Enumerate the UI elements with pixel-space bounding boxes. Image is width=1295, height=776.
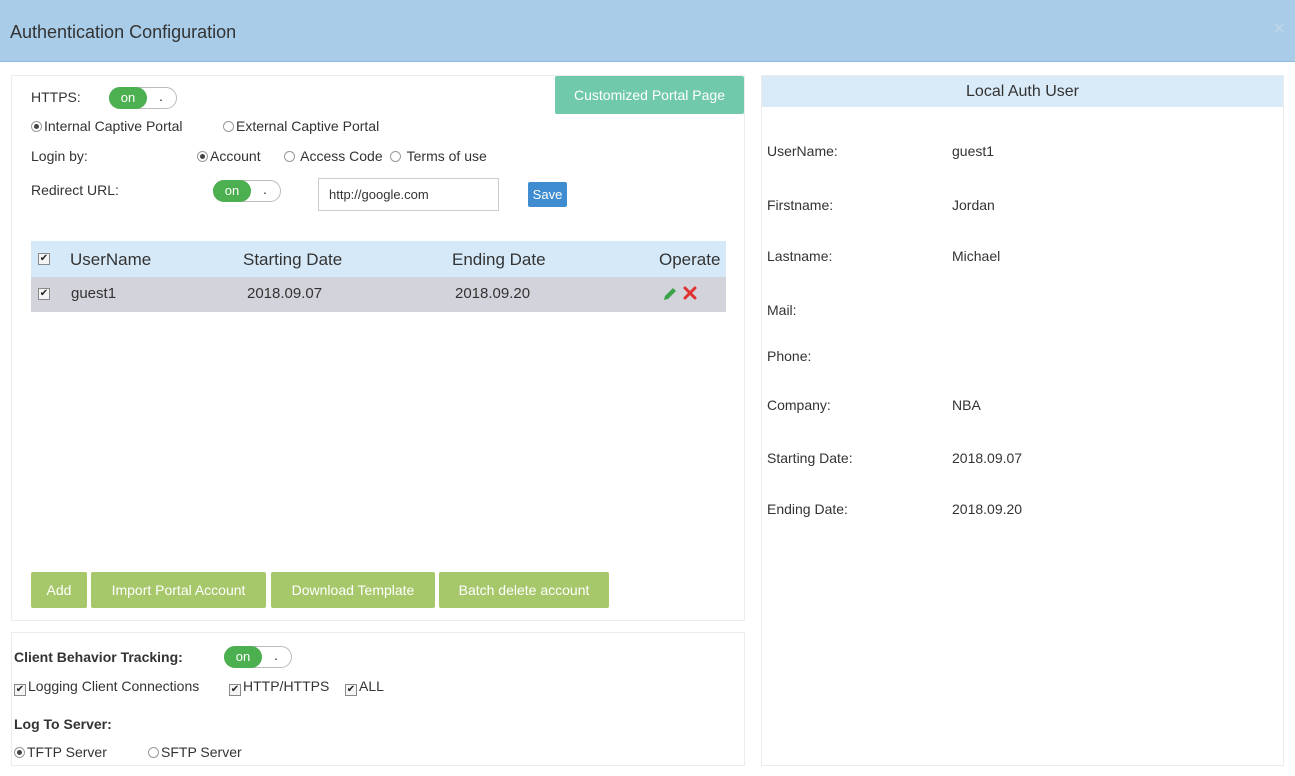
username-value: guest1 <box>952 143 995 159</box>
checkbox-icon: ✔ <box>229 684 241 696</box>
radio-icon <box>197 151 208 162</box>
ending-date-label: Ending Date: <box>767 501 848 517</box>
firstname-label: Firstname: <box>767 197 834 213</box>
lastname-value: Michael <box>952 248 1001 264</box>
add-button[interactable]: Add <box>31 572 87 608</box>
close-icon[interactable]: × <box>1273 18 1285 41</box>
row-ending-date: 2018.09.20 <box>455 285 531 302</box>
client-behavior-tracking-label: Client Behavior Tracking: <box>14 649 183 665</box>
row-starting-date: 2018.09.07 <box>247 285 323 302</box>
company-label: Company: <box>767 397 831 413</box>
client-tracking-toggle[interactable]: on . <box>224 646 292 668</box>
tftp-server-label: TFTP Server <box>27 744 107 760</box>
users-table-header: ✔ UserName Starting Date Ending Date Ope… <box>31 241 726 277</box>
logging-client-connections-option[interactable]: ✔ Logging Client Connections <box>14 678 199 696</box>
row-checkbox[interactable]: ✔ <box>38 288 50 300</box>
local-auth-user-header: Local Auth User <box>762 76 1283 107</box>
login-by-label: Login by: <box>31 148 88 164</box>
mail-label: Mail: <box>767 302 797 318</box>
table-row[interactable]: ✔ guest1 2018.09.07 2018.09.20 <box>31 277 726 312</box>
all-option[interactable]: ✔ ALL <box>345 678 384 696</box>
checkbox-icon: ✔ <box>14 684 26 696</box>
tftp-server-option[interactable]: TFTP Server <box>14 744 107 760</box>
external-portal-option[interactable]: External Captive Portal <box>223 118 379 134</box>
company-value: NBA <box>952 397 981 413</box>
radio-icon <box>390 151 401 162</box>
username-label: UserName: <box>767 143 838 159</box>
redirect-url-input[interactable] <box>318 178 499 211</box>
http-https-option[interactable]: ✔ HTTP/HTTPS <box>229 678 329 696</box>
save-button[interactable]: Save <box>528 182 567 207</box>
login-access-code-label: Access Code <box>300 148 383 164</box>
toggle-on-text: on <box>224 646 262 668</box>
http-https-label: HTTP/HTTPS <box>243 678 330 694</box>
dialog-title: Authentication Configuration <box>10 22 237 42</box>
firstname-value: Jordan <box>952 197 995 213</box>
internal-portal-option[interactable]: Internal Captive Portal <box>31 118 183 134</box>
radio-icon <box>14 747 25 758</box>
toggle-knob: . <box>274 647 278 663</box>
column-operate: Operate <box>659 250 721 269</box>
radio-icon <box>31 121 42 132</box>
batch-delete-account-button[interactable]: Batch delete account <box>439 572 609 608</box>
radio-icon <box>284 151 295 162</box>
download-template-button[interactable]: Download Template <box>271 572 435 608</box>
row-username: guest1 <box>71 285 117 302</box>
redirect-url-toggle[interactable]: on . <box>213 180 281 202</box>
dialog-titlebar: Authentication Configuration × <box>0 0 1295 62</box>
column-starting-date: Starting Date <box>243 250 343 269</box>
sftp-server-option[interactable]: SFTP Server <box>148 744 242 760</box>
customized-portal-page-button[interactable]: Customized Portal Page <box>555 76 744 114</box>
external-portal-label: External Captive Portal <box>236 118 380 134</box>
login-access-code-option[interactable]: Access Code <box>284 148 383 164</box>
login-account-option[interactable]: Account <box>197 148 261 164</box>
redirect-url-label: Redirect URL: <box>31 182 119 198</box>
logging-client-connections-label: Logging Client Connections <box>28 678 200 694</box>
checkbox-icon: ✔ <box>345 684 357 696</box>
delete-icon[interactable] <box>683 286 697 300</box>
starting-date-value: 2018.09.07 <box>952 450 1023 466</box>
internal-portal-label: Internal Captive Portal <box>44 118 183 134</box>
login-terms-label: Terms of use <box>406 148 487 164</box>
phone-label: Phone: <box>767 348 812 364</box>
log-to-server-label: Log To Server: <box>14 716 112 732</box>
login-account-label: Account <box>210 148 261 164</box>
radio-icon <box>148 747 159 758</box>
toggle-knob: . <box>159 88 163 104</box>
select-all-checkbox[interactable]: ✔ <box>38 253 50 265</box>
radio-icon <box>223 121 234 132</box>
user-detail-panel <box>761 75 1284 766</box>
login-terms-option[interactable]: Terms of use <box>390 148 487 164</box>
toggle-knob: . <box>263 181 267 197</box>
https-label: HTTPS: <box>31 89 81 105</box>
lastname-label: Lastname: <box>767 248 833 264</box>
ending-date-value: 2018.09.20 <box>952 501 1023 517</box>
toggle-on-text: on <box>213 180 251 202</box>
starting-date-label: Starting Date: <box>767 450 853 466</box>
toggle-on-text: on <box>109 87 147 109</box>
https-toggle[interactable]: on . <box>109 87 177 109</box>
sftp-server-label: SFTP Server <box>161 744 242 760</box>
import-portal-account-button[interactable]: Import Portal Account <box>91 572 266 608</box>
all-label: ALL <box>359 678 384 694</box>
column-username: UserName <box>70 250 152 269</box>
edit-icon[interactable] <box>662 286 678 302</box>
column-ending-date: Ending Date <box>452 250 546 269</box>
